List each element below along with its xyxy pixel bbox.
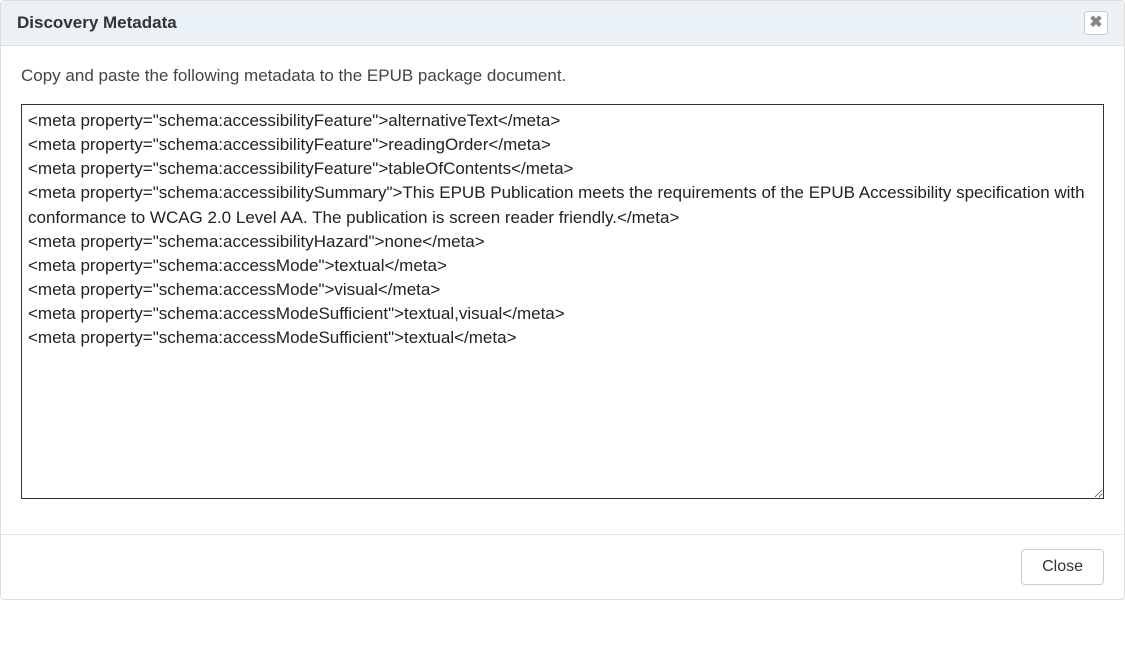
dialog-body: Copy and paste the following metadata to… [1, 46, 1124, 524]
dialog-footer: Close [1, 534, 1124, 599]
close-button[interactable]: Close [1021, 549, 1104, 585]
close-icon[interactable]: ✖ [1084, 11, 1108, 35]
instruction-text: Copy and paste the following metadata to… [21, 66, 1104, 86]
discovery-metadata-dialog: Discovery Metadata ✖ Copy and paste the … [0, 0, 1125, 600]
dialog-header: Discovery Metadata ✖ [1, 1, 1124, 46]
dialog-title: Discovery Metadata [17, 13, 177, 33]
metadata-textarea[interactable] [21, 104, 1104, 499]
